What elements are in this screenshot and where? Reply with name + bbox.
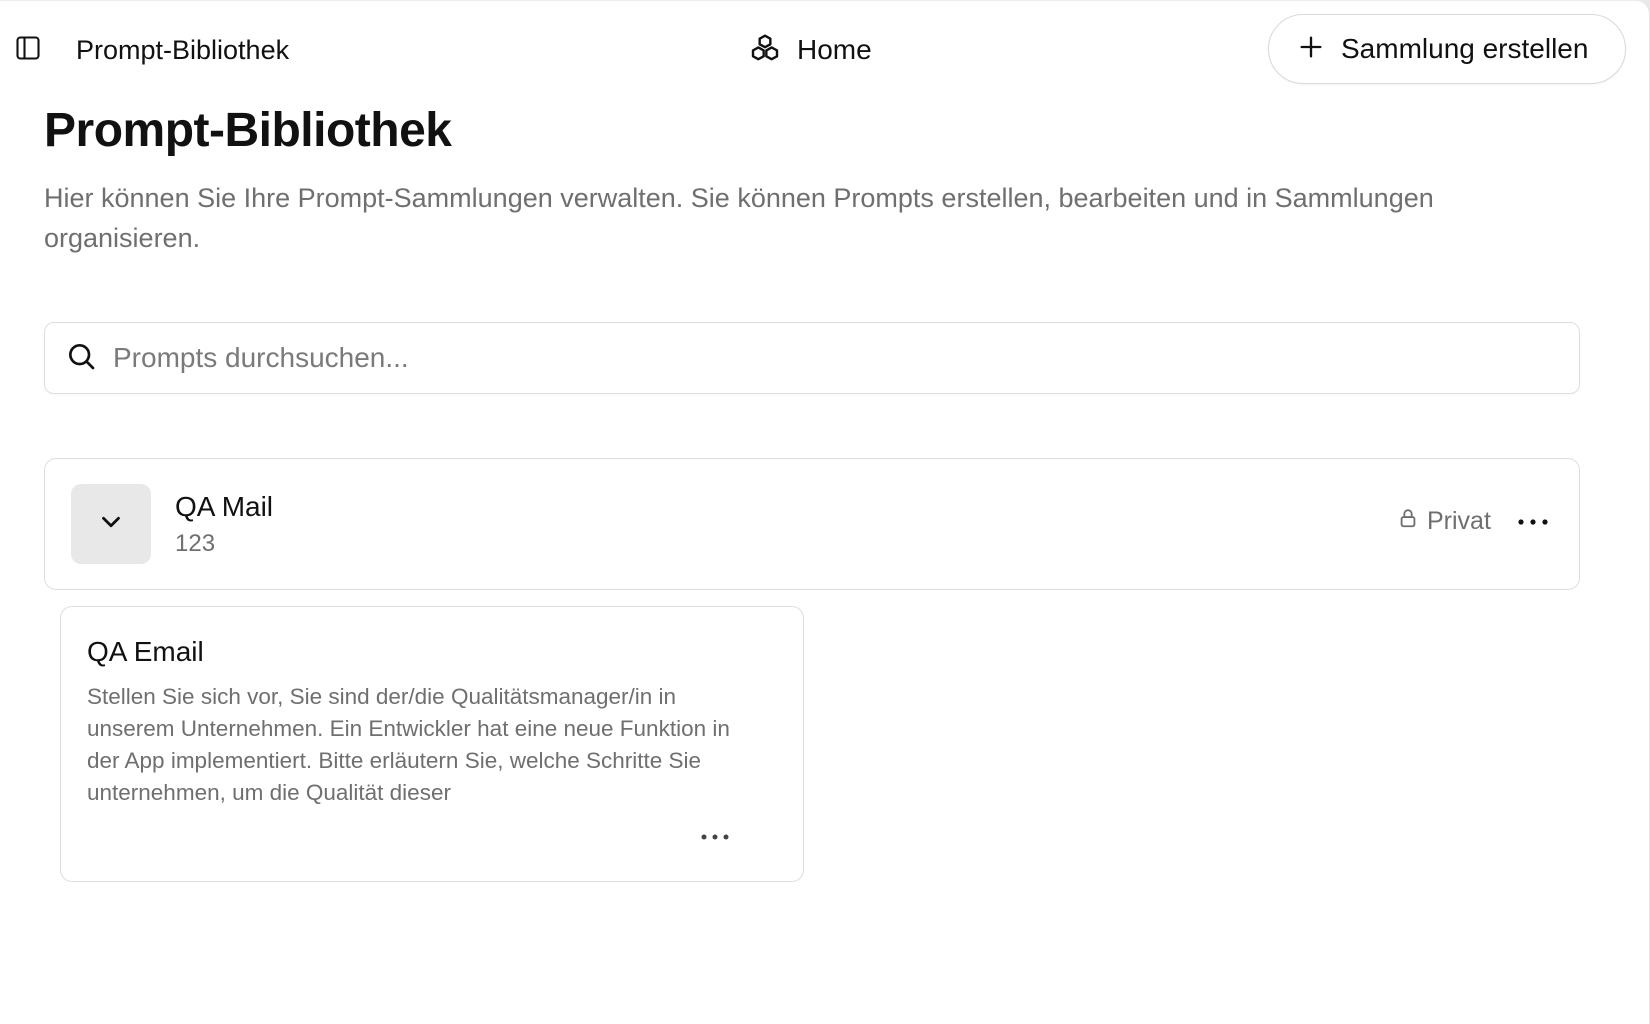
home-label: Home	[797, 34, 872, 65]
privacy-label: Privat	[1427, 507, 1491, 535]
collection-collapse-button[interactable]	[71, 484, 151, 564]
prompt-card[interactable]: QA Email Stellen Sie sich vor, Sie sind …	[60, 606, 804, 882]
collection-card: QA Mail 123 Privat	[44, 458, 1580, 590]
search-input[interactable]	[111, 341, 1579, 375]
app-window: Prompt-Bibliothek Home Sammlung erstelle…	[0, 0, 1650, 1024]
boxes-icon	[749, 32, 781, 69]
prompt-more-button[interactable]	[693, 823, 737, 853]
chevron-down-icon	[96, 507, 126, 542]
more-horizontal-icon	[1517, 514, 1549, 532]
app-title: Prompt-Bibliothek	[76, 35, 290, 65]
more-horizontal-icon	[700, 829, 730, 847]
search-icon	[65, 340, 97, 377]
privacy-badge: Privat	[1397, 507, 1491, 536]
plus-icon	[1297, 33, 1325, 66]
search-box[interactable]	[44, 322, 1580, 394]
page-title: Prompt-Bibliothek	[44, 104, 452, 157]
create-collection-button[interactable]: Sammlung erstellen	[1268, 14, 1626, 84]
sidebar-toggle-button[interactable]	[12, 34, 44, 66]
prompt-text: Stellen Sie sich vor, Sie sind der/die Q…	[87, 684, 730, 805]
create-collection-label: Sammlung erstellen	[1341, 33, 1589, 64]
sidebar-toggle-icon	[14, 34, 42, 67]
collection-more-button[interactable]	[1513, 503, 1553, 543]
collection-name: QA Mail	[175, 491, 274, 522]
collection-count: 123	[175, 530, 216, 557]
top-bar: Prompt-Bibliothek Home Sammlung erstelle…	[0, 0, 1650, 100]
lock-icon	[1397, 507, 1419, 536]
home-link[interactable]: Home	[749, 31, 872, 69]
page-description: Hier können Sie Ihre Prompt-Sammlungen v…	[44, 183, 1434, 253]
prompt-title: QA Email	[87, 636, 204, 667]
